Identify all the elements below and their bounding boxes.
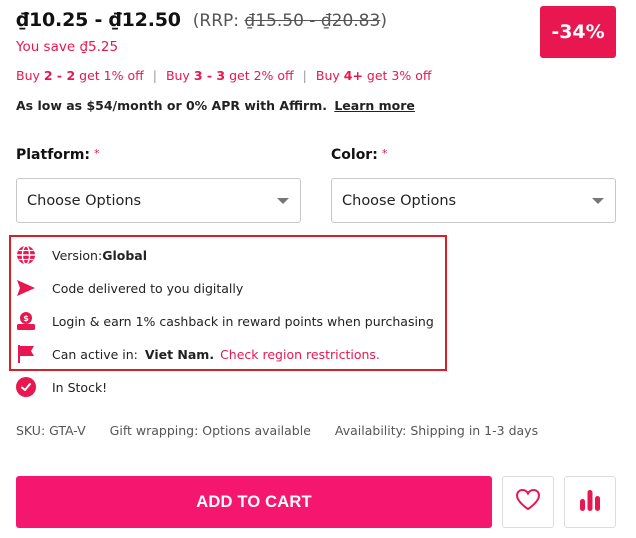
color-label: Color: *	[331, 147, 388, 163]
version-value: Global	[102, 247, 147, 263]
platform-select-value: Choose Options	[27, 192, 142, 209]
bar-chart-icon	[578, 488, 602, 516]
required-mark: *	[381, 147, 388, 160]
svg-text:$: $	[23, 314, 29, 323]
sku-text: SKU: GTA-V	[16, 423, 86, 438]
price-range: ₫10.25 - ₫12.50	[16, 9, 181, 31]
required-mark: *	[94, 147, 100, 160]
caret-down-icon	[592, 198, 604, 204]
gift-wrapping-text: Gift wrapping: Options available	[109, 423, 311, 438]
you-save-text: You save ₫5.25	[16, 39, 119, 55]
add-to-cart-button[interactable]: ADD TO CART	[16, 476, 492, 528]
divider: |	[302, 68, 307, 83]
cashback-icon: $	[16, 311, 36, 331]
cashback-text: Login & earn 1% cashback in reward point…	[52, 313, 434, 329]
region-country: Viet Nam.	[144, 346, 215, 362]
version-label: Version:	[52, 247, 103, 263]
bulk-offer-3: Buy 4+ get 3% off	[315, 68, 432, 83]
divider: |	[152, 68, 157, 83]
stock-status: In Stock!	[52, 379, 108, 395]
rrp-price: (RRP: ₫15.50 - ₫20.83)	[192, 11, 387, 31]
cashback-row: $ Login & earn 1% cashback in reward poi…	[16, 311, 434, 331]
bulk-offer-1: Buy 2 - 2 get 1% off	[16, 68, 144, 83]
delivery-text: Code delivered to you digitally	[52, 280, 244, 296]
bulk-offer-2: Buy 3 - 3 get 2% off	[165, 68, 294, 83]
platform-select[interactable]: Choose Options	[16, 178, 301, 223]
flag-icon	[16, 344, 36, 364]
wishlist-button[interactable]	[502, 476, 554, 528]
platform-label: Platform: *	[16, 147, 100, 163]
check-circle-icon	[16, 377, 36, 397]
heart-icon	[515, 488, 541, 516]
delivery-row: Code delivered to you digitally	[16, 278, 243, 298]
compare-button[interactable]	[564, 476, 616, 528]
stock-row: In Stock!	[16, 377, 107, 397]
affirm-text: As low as $54/month or 0% APR with Affir…	[16, 98, 327, 113]
bulk-discount-row: Buy 2 - 2 get 1% off | Buy 3 - 3 get 2% …	[16, 68, 431, 83]
rrp-range: ₫15.50 - ₫20.83	[244, 11, 381, 31]
product-meta: SKU: GTA-V Gift wrapping: Options availa…	[16, 423, 562, 438]
color-select[interactable]: Choose Options	[331, 178, 616, 223]
affirm-financing: As low as $54/month or 0% APR with Affir…	[16, 98, 415, 113]
availability-text: Availability: Shipping in 1-3 days	[334, 423, 539, 438]
region-label: Can active in:	[52, 346, 138, 362]
version-row: Version: Global	[16, 245, 147, 265]
globe-icon	[16, 245, 36, 265]
learn-more-link[interactable]: Learn more	[334, 98, 415, 113]
price-row: ₫10.25 - ₫12.50 (RRP: ₫15.50 - ₫20.83)	[16, 9, 387, 31]
send-icon	[16, 278, 36, 298]
check-region-link[interactable]: Check region restrictions.	[220, 347, 380, 362]
caret-down-icon	[277, 198, 289, 204]
color-select-value: Choose Options	[342, 192, 457, 209]
discount-badge: -34%	[540, 6, 616, 58]
region-row: Can active in: Viet Nam. Check region re…	[16, 344, 380, 364]
